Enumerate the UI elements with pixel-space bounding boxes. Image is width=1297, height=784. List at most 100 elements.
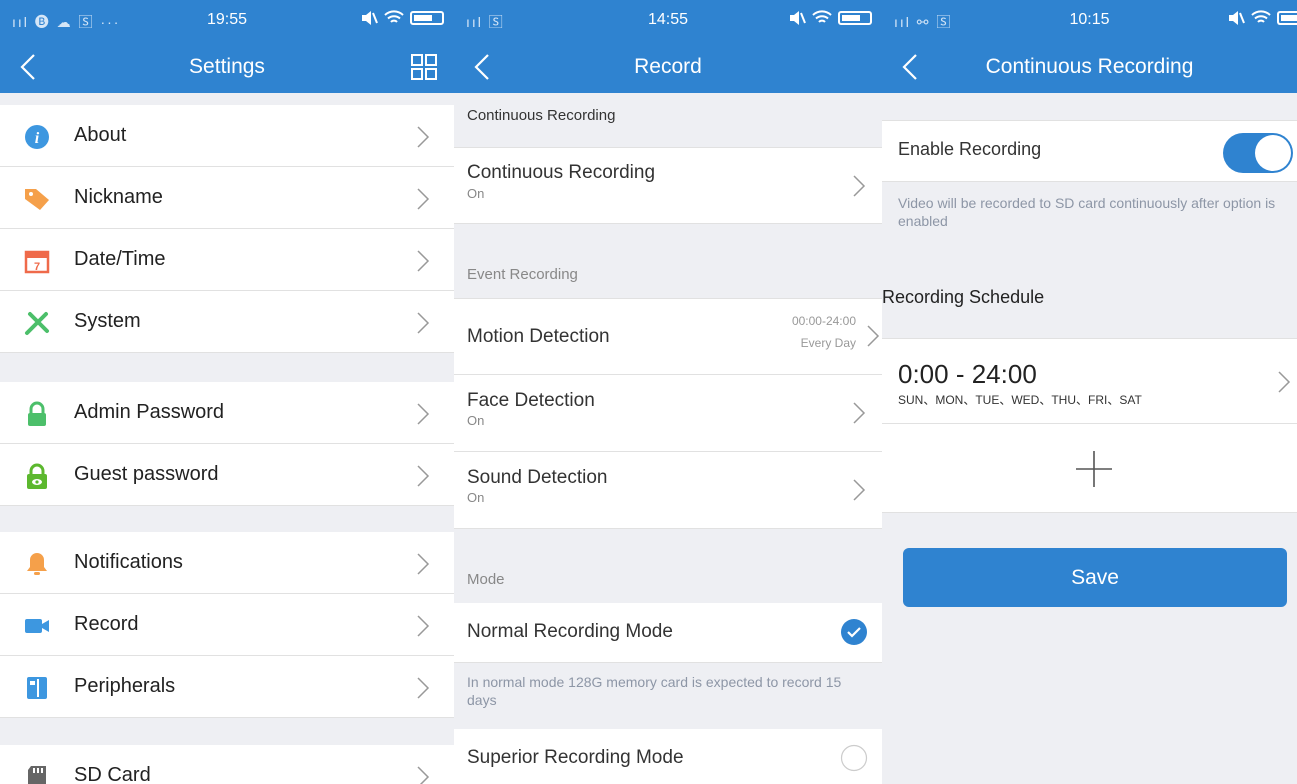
item-label: Superior Recording Mode (467, 747, 684, 768)
settings-item-label: Date/Time (74, 248, 166, 270)
settings-item-label: Notifications (74, 551, 183, 573)
svg-text:i: i (35, 130, 40, 147)
settings-item-label: Record (74, 613, 139, 635)
chevron-right-icon (417, 553, 430, 575)
section-title-event: Event Recording (467, 266, 578, 283)
section-title-continuous: Continuous Recording (467, 107, 616, 124)
wifi-icon (1251, 10, 1271, 23)
item-label: Motion Detection (467, 326, 610, 347)
item-value: On (467, 186, 485, 201)
chevron-right-icon (417, 677, 430, 699)
settings-item-admin-password[interactable]: Admin Password (0, 382, 454, 444)
chevron-right-icon (867, 325, 880, 347)
motion-detection-item[interactable]: Motion Detection 00:00-24:00 Every Day (454, 298, 882, 375)
mute-icon (790, 11, 806, 25)
item-value: On (467, 490, 485, 505)
peripherals-icon (27, 677, 47, 699)
record-screen: ııl 🅂 14:55 Record Continuous Recording … (454, 0, 882, 784)
settings-item-datetime[interactable]: 7 Date/Time (0, 229, 454, 291)
item-label: Sound Detection (467, 467, 608, 488)
settings-item-label: Peripherals (74, 675, 176, 697)
normal-recording-mode-item[interactable]: Normal Recording Mode (454, 603, 882, 663)
enable-recording-label: Enable Recording (898, 139, 1042, 159)
settings-screen: ııl 🅑 ☁ 🅂 ··· 19:55 Settings i About Nic… (0, 0, 454, 784)
battery-icon (410, 11, 444, 25)
page-title: Settings (189, 55, 265, 78)
lock-icon (28, 401, 46, 426)
page-title: Record (634, 55, 702, 78)
enable-recording-toggle[interactable] (1223, 133, 1293, 173)
chevron-right-icon (1278, 371, 1291, 393)
battery-icon (838, 11, 872, 25)
bell-icon (27, 553, 47, 575)
settings-item-label: System (74, 310, 141, 332)
mute-icon (362, 11, 378, 25)
status-right-icons (360, 10, 444, 26)
toggle-knob (1255, 135, 1291, 171)
section-title-mode: Mode (467, 571, 505, 588)
save-button[interactable]: Save (903, 548, 1287, 607)
settings-item-notifications[interactable]: Notifications (0, 532, 454, 594)
settings-item-label: SD Card (74, 764, 151, 784)
recording-schedule-title: Recording Schedule (882, 287, 1045, 307)
record-list: Continuous Recording Continuous Recordin… (454, 93, 882, 784)
status-bar: ııl ⚯ 🅂 10:15 (882, 0, 1297, 41)
wifi-icon (812, 10, 832, 23)
settings-item-label: About (74, 124, 127, 146)
chevron-right-icon (853, 175, 866, 197)
settings-item-record[interactable]: Record (0, 594, 454, 656)
settings-list: i About Nickname 7 Date/Time System Admi… (0, 93, 454, 784)
superior-recording-mode-item[interactable]: Superior Recording Mode (454, 729, 882, 784)
chevron-right-icon (417, 403, 430, 425)
enable-recording-note: Video will be recorded to SD card contin… (898, 195, 1276, 229)
settings-item-sd-card[interactable]: SD Card (0, 745, 454, 784)
status-right-icons (1227, 10, 1297, 26)
settings-item-about[interactable]: i About (0, 105, 454, 167)
tools-icon (25, 312, 49, 335)
checkmark-icon[interactable] (840, 618, 868, 646)
info-icon: i (25, 125, 49, 149)
schedule-item[interactable]: 0:00 - 24:00 SUN、MON、TUE、WED、THU、FRI、SAT (882, 338, 1297, 424)
nav-bar: Settings (0, 41, 454, 93)
video-camera-icon (25, 619, 49, 633)
nav-bar: Record (454, 41, 882, 93)
item-label: Continuous Recording (467, 162, 656, 183)
radio-empty-icon[interactable] (840, 744, 868, 772)
chevron-right-icon (417, 312, 430, 334)
schedule-days: SUN、MON、TUE、WED、THU、FRI、SAT (898, 393, 1142, 407)
motion-days: Every Day (800, 336, 856, 350)
normal-mode-note: In normal mode 128G memory card is expec… (467, 674, 842, 708)
settings-item-peripherals[interactable]: Peripherals (0, 656, 454, 718)
wifi-icon (384, 10, 404, 23)
chevron-right-icon (417, 766, 430, 784)
chevron-right-icon (417, 126, 430, 148)
svg-text:7: 7 (34, 261, 40, 273)
settings-item-label: Admin Password (74, 401, 225, 423)
chevron-right-icon (417, 465, 430, 487)
tag-icon (25, 189, 49, 210)
settings-item-label: Nickname (74, 186, 163, 208)
continuous-recording-content: Enable Recording Video will be recorded … (882, 93, 1297, 784)
add-schedule-row[interactable] (882, 424, 1297, 513)
plus-icon[interactable] (1074, 449, 1114, 489)
sound-detection-item[interactable]: Sound Detection On (454, 452, 882, 529)
face-detection-item[interactable]: Face Detection On (454, 375, 882, 452)
settings-item-system[interactable]: System (0, 291, 454, 353)
item-label: Normal Recording Mode (467, 621, 673, 642)
page-title: Continuous Recording (985, 55, 1194, 78)
settings-item-nickname[interactable]: Nickname (0, 167, 454, 229)
settings-item-label: Guest password (74, 463, 219, 485)
continuous-recording-screen: ııl ⚯ 🅂 10:15 Continuous Recording Enabl… (882, 0, 1297, 784)
chevron-right-icon (417, 250, 430, 272)
battery-icon (1277, 11, 1297, 25)
chevron-right-icon (417, 615, 430, 637)
nav-bar: Continuous Recording (882, 41, 1297, 93)
status-bar: ııl 🅑 ☁ 🅂 ··· 19:55 (0, 0, 454, 41)
settings-item-guest-password[interactable]: Guest password (0, 444, 454, 506)
grid-view-icon[interactable] (410, 53, 438, 81)
status-right-icons (788, 10, 872, 26)
continuous-recording-item[interactable]: Continuous Recording On (454, 147, 882, 224)
guest-lock-icon (27, 463, 47, 489)
motion-time-range: 00:00-24:00 (791, 314, 856, 328)
status-bar: ııl 🅂 14:55 (454, 0, 882, 41)
